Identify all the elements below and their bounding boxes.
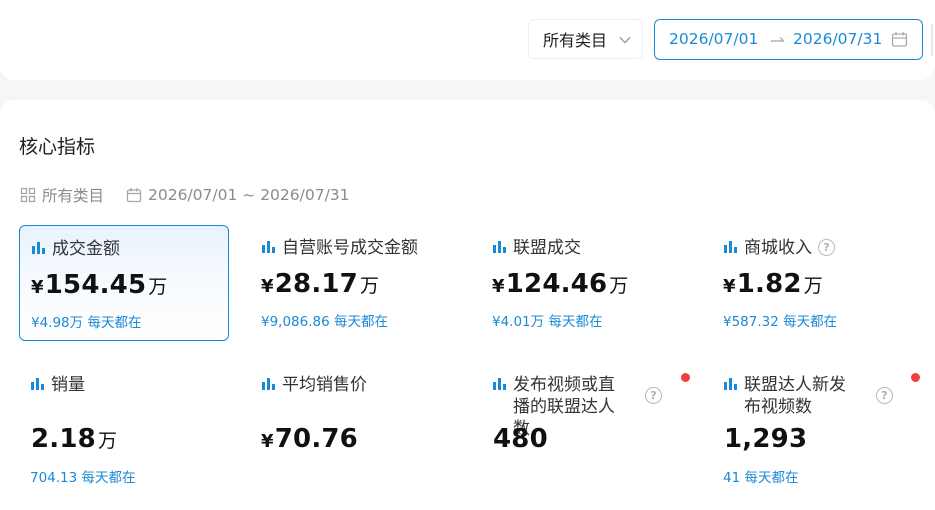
notification-dot: [681, 373, 690, 382]
metric-label: 自营账号成交金额: [282, 238, 418, 258]
notification-dot: [911, 373, 920, 382]
metric-daily-note: 41 每天都在: [723, 470, 799, 486]
bar-chart-icon: [262, 241, 275, 253]
date-range-picker[interactable]: 2026/07/01 2026/07/31: [654, 19, 923, 60]
metric-card-avg-price[interactable]: 平均销售价 ¥70.76: [250, 362, 460, 492]
bar-chart-icon: [32, 242, 45, 254]
bar-chart-icon: [493, 241, 506, 253]
metric-label-row: 联盟成交: [492, 237, 581, 259]
toolbar-divider: [931, 24, 933, 56]
metric-label: 销量: [51, 375, 85, 395]
metric-card-gmv[interactable]: 成交金额 ¥154.45 万 ¥4.98万 每天都在: [19, 225, 229, 341]
help-icon[interactable]: ?: [645, 387, 662, 404]
help-icon[interactable]: ?: [818, 239, 835, 256]
top-toolbar: 所有类目 2026/07/01 2026/07/31: [0, 0, 935, 80]
help-icon[interactable]: ?: [876, 387, 893, 404]
metric-value: 480: [493, 424, 548, 454]
metric-label: 联盟成交: [513, 238, 581, 258]
metric-label-row: 平均销售价: [261, 374, 367, 396]
metric-card-new-videos[interactable]: 联盟达人新发布视频数 ? 1,293 41 每天都在: [712, 362, 922, 492]
metric-value: ¥70.76: [261, 424, 358, 454]
metric-value: ¥124.46 万: [492, 269, 629, 299]
metric-label: 联盟达人新发布视频数: [744, 375, 846, 417]
metric-label-row: 商城收入 ?: [723, 237, 835, 259]
date-end[interactable]: 2026/07/31: [793, 30, 882, 48]
metric-label: 成交金额: [52, 239, 120, 259]
metric-label-row: 联盟达人新发布视频数 ?: [723, 374, 893, 418]
metric-label-row: 销量: [30, 374, 85, 396]
section-title: 核心指标: [19, 136, 96, 158]
metric-card-sales-volume[interactable]: 销量 2.18 万 704.13 每天都在: [19, 362, 229, 492]
metric-daily-note: 704.13 每天都在: [30, 470, 136, 486]
grid-icon: [20, 187, 36, 203]
bar-chart-icon: [724, 378, 737, 390]
bar-chart-icon: [262, 378, 275, 390]
metric-daily-note: ¥587.32 每天都在: [723, 314, 838, 330]
category-select-value: 所有类目: [543, 31, 608, 50]
filter-date: 2026/07/01 ~ 2026/07/31: [148, 186, 350, 204]
filter-category: 所有类目: [42, 187, 105, 205]
filter-summary: 所有类目 2026/07/01 ~ 2026/07/31: [20, 184, 350, 206]
metric-card-active-creators[interactable]: 发布视频或直播的联盟达人数 ? 480: [481, 362, 691, 492]
calendar-icon: [126, 187, 142, 203]
metric-daily-note: ¥4.98万 每天都在: [31, 315, 142, 331]
metric-daily-note: ¥9,086.86 每天都在: [261, 314, 388, 330]
metric-card-alliance-deals[interactable]: 联盟成交 ¥124.46 万 ¥4.01万 每天都在: [481, 225, 691, 341]
metric-label-row: 成交金额: [31, 238, 120, 260]
metric-value: ¥1.82 万: [723, 269, 823, 299]
core-metrics-panel: 核心指标 所有类目 2026/07/01 ~ 2026/07/31 成交金额 ¥…: [0, 100, 935, 510]
metric-value: 2.18 万: [31, 424, 118, 454]
chevron-down-icon: [619, 37, 631, 44]
calendar-icon: [891, 32, 908, 47]
metric-value: ¥154.45 万: [31, 270, 168, 300]
metric-card-mall-income[interactable]: 商城收入 ? ¥1.82 万 ¥587.32 每天都在: [712, 225, 922, 341]
metric-label: 商城收入: [744, 238, 812, 258]
arrow-right-icon: [771, 36, 785, 42]
date-start[interactable]: 2026/07/01: [669, 30, 758, 48]
category-select[interactable]: 所有类目: [528, 19, 643, 59]
metric-card-self-account-gmv[interactable]: 自营账号成交金额 ¥28.17 万 ¥9,086.86 每天都在: [250, 225, 460, 341]
bar-chart-icon: [493, 378, 506, 390]
bar-chart-icon: [724, 241, 737, 253]
metric-daily-note: ¥4.01万 每天都在: [492, 314, 603, 330]
metric-label: 平均销售价: [282, 375, 367, 395]
metric-value: 1,293: [724, 424, 808, 454]
bar-chart-icon: [31, 378, 44, 390]
metric-value: ¥28.17 万: [261, 269, 380, 299]
metric-label-row: 自营账号成交金额: [261, 237, 418, 259]
